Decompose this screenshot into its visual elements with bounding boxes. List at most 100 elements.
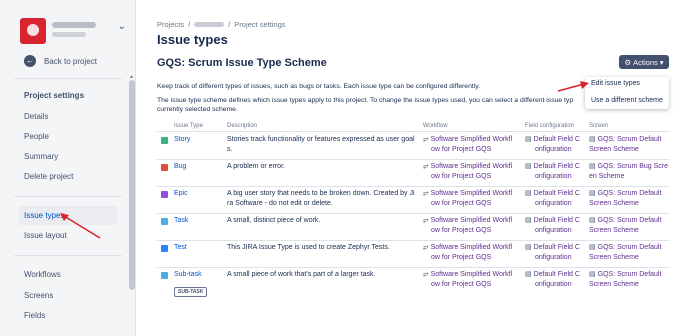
workflow-link[interactable]: ow for Project GQS [431,145,491,155]
sidebar-divider [14,255,122,256]
column-header-screen: Screen [589,123,609,129]
issue-type-icon [161,218,168,225]
document-icon: ▤ [525,190,532,197]
column-header-workflow: Workflow [423,123,448,129]
sidebar-item-fields[interactable]: Fields [24,311,45,320]
field-config-link[interactable]: ▤ Default Field C [525,162,580,172]
breadcrumb-separator: / [228,20,231,29]
screen-scheme-text: GQS: Scrum Default [597,271,662,278]
document-icon: ▤ [525,163,532,170]
field-config-link[interactable]: onfiguration [535,280,572,290]
description-line: currently selected scheme. [157,106,238,113]
breadcrumb-separator: / [188,20,191,29]
workflow-link[interactable]: ⥂ Software Simplified Workfl [423,162,512,172]
sidebar-item-screens[interactable]: Screens [24,291,53,300]
chevron-down-icon: ▾ [659,57,664,67]
screen-scheme-text: GQS: Scrum Default [597,136,662,143]
screen-scheme-link[interactable]: Screen Scheme [589,199,639,209]
screen-scheme-link[interactable]: Screen Scheme [589,226,639,236]
screen-scheme-link[interactable]: ▤ GQS: Scrum Default [589,189,661,199]
field-config-text: Default Field C [533,190,580,197]
breadcrumb-project-redacted[interactable] [194,22,225,27]
screen-scheme-text: GQS: Scrum Bug Scre [597,163,669,170]
sidebar-item-details[interactable]: Details [24,112,48,121]
screen-scheme-link[interactable]: Screen Scheme [589,253,639,263]
screen-scheme-link[interactable]: ▤ GQS: Scrum Bug Scre [589,162,668,172]
workflow-link[interactable]: ow for Project GQS [431,280,491,290]
field-config-link[interactable]: onfiguration [535,145,572,155]
issue-type-name[interactable]: Test [174,243,187,253]
workflow-link[interactable]: ow for Project GQS [431,253,491,263]
workflow-text: Software Simplified Workfl [430,190,513,197]
screen-scheme-link[interactable]: en Scheme [589,172,624,182]
field-config-link[interactable]: onfiguration [535,172,572,182]
sidebar: ⌄ ← Back to project Project settings Det… [0,0,136,336]
screen-scheme-link[interactable]: ▤ GQS: Scrum Default [589,135,661,145]
issue-type-icon [161,191,168,198]
field-config-link[interactable]: onfiguration [535,253,572,263]
description-line: The issue type scheme defines which issu… [157,97,574,104]
issue-type-name[interactable]: Task [174,216,188,226]
screen-scheme-link[interactable]: ▤ GQS: Scrum Default [589,216,661,226]
sidebar-item-delete-project[interactable]: Delete project [24,172,73,181]
workflow-link[interactable]: ⥂ Software Simplified Workfl [423,216,512,226]
field-config-link[interactable]: onfiguration [535,226,572,236]
breadcrumb-projects[interactable]: Projects [157,20,184,29]
back-label: Back to project [44,56,97,66]
annotation-arrow-icon [60,213,101,239]
subtask-badge: SUB-TASK [174,287,208,297]
document-icon: ▤ [525,271,532,278]
issue-type-name[interactable]: Bug [174,162,186,172]
issue-type-name[interactable]: Story [174,135,190,145]
issue-type-description: A problem or error. [227,163,285,170]
document-icon: ▤ [525,244,532,251]
project-switcher[interactable]: ⌄ [14,14,132,50]
menu-item-edit-issue-types[interactable]: Edit issue types [591,80,640,87]
column-header-field-configuration: Field configuration [525,123,575,129]
menu-item-use-different-scheme[interactable]: Use a different scheme [591,97,663,104]
issue-type-description: This JIRA Issue Type is used to create Z… [227,244,390,251]
field-config-link[interactable]: ▤ Default Field C [525,270,580,280]
workflow-link[interactable]: ⥂ Software Simplified Workfl [423,270,512,280]
workflow-link[interactable]: ow for Project GQS [431,226,491,236]
workflow-link[interactable]: ⥂ Software Simplified Workfl [423,189,512,199]
workflow-link[interactable]: ow for Project GQS [431,172,491,182]
field-config-link[interactable]: onfiguration [535,199,572,209]
issue-type-name[interactable]: Sub-task [174,270,202,280]
workflow-text: Software Simplified Workfl [430,271,513,278]
sidebar-item-workflows[interactable]: Workflows [24,270,61,279]
row-divider [157,159,669,160]
sidebar-scrollbar[interactable] [129,80,135,290]
column-header-issue-type: Issue Type [174,123,203,129]
actions-dropdown: Edit issue types Use a different scheme [585,77,669,109]
project-type-redacted [52,32,86,37]
issue-type-name[interactable]: Epic [174,189,188,199]
arrow-left-icon: ← [24,55,36,67]
field-config-link[interactable]: ▤ Default Field C [525,243,580,253]
issue-type-description: s. [227,145,233,153]
screen-scheme-link[interactable]: ▤ GQS: Scrum Default [589,243,661,253]
workflow-link[interactable]: ⥂ Software Simplified Workfl [423,243,512,253]
field-config-link[interactable]: ▤ Default Field C [525,135,580,145]
workflow-icon: ⥂ [423,217,429,224]
breadcrumb-project-settings[interactable]: Project settings [234,20,285,29]
chevron-down-icon[interactable]: ⌄ [118,21,126,32]
workflow-text: Software Simplified Workfl [430,217,513,224]
workflow-link[interactable]: ⥂ Software Simplified Workfl [423,135,512,145]
sidebar-item-people[interactable]: People [24,132,49,141]
workflow-icon: ⥂ [423,271,429,278]
issue-type-icon [161,272,168,279]
back-to-project-link[interactable]: ← Back to project [24,55,97,67]
screen-scheme-link[interactable]: Screen Scheme [589,280,639,290]
screen-scheme-text: GQS: Scrum Default [597,217,662,224]
field-config-link[interactable]: ▤ Default Field C [525,216,580,226]
field-config-link[interactable]: ▤ Default Field C [525,189,580,199]
gear-icon: ⚙ [624,57,632,67]
actions-button[interactable]: ⚙ Actions ▾ [619,55,669,69]
workflow-text: Software Simplified Workfl [430,136,513,143]
screen-scheme-link[interactable]: ▤ GQS: Scrum Default [589,270,661,280]
screen-scheme-link[interactable]: Screen Scheme [589,145,639,155]
sidebar-item-summary[interactable]: Summary [24,152,58,161]
row-divider [157,213,669,214]
workflow-link[interactable]: ow for Project GQS [431,199,491,209]
